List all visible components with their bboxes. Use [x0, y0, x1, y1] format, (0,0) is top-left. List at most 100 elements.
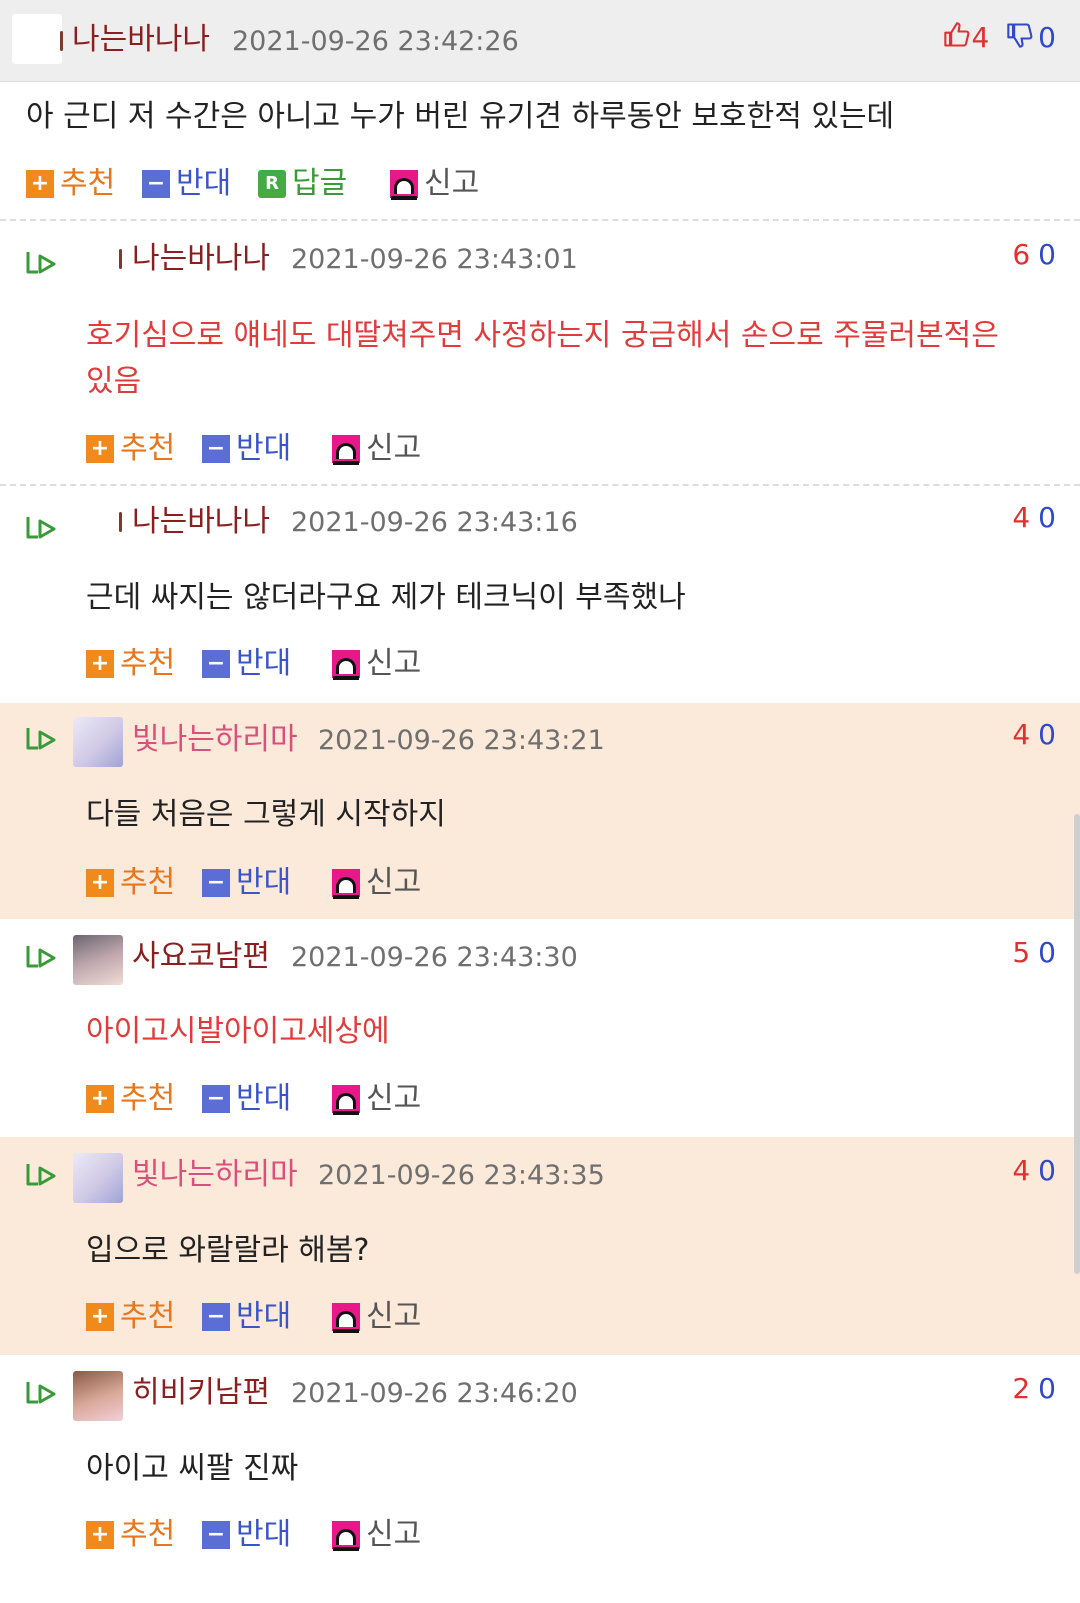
comment-author[interactable]: 빛나는하리마	[132, 1157, 298, 1193]
nickname-marker-icon	[119, 512, 122, 532]
oppose-button[interactable]: − 반대	[202, 1297, 291, 1337]
comment-score: 40	[1012, 717, 1056, 753]
avatar[interactable]	[73, 717, 123, 767]
recommend-label: 추천	[120, 646, 176, 681]
comment-actions: + 추천 − 반대 신고	[86, 1079, 506, 1119]
report-label: 신고	[366, 646, 422, 681]
upvote-count: 4	[1012, 1154, 1031, 1187]
comment-timestamp: 2021-09-26 23:43:01	[291, 244, 578, 275]
siren-icon	[332, 869, 360, 899]
report-button[interactable]: 신고	[332, 863, 421, 903]
recommend-label: 추천	[120, 1517, 176, 1552]
report-label: 신고	[366, 431, 422, 466]
comment-3: 빛나는하리마 2021-09-26 23:43:21 40 다들 처음은 그렇게…	[0, 703, 1080, 919]
comment-author[interactable]: 히비키남편	[132, 1375, 270, 1411]
comment-timestamp: 2021-09-26 23:42:26	[232, 26, 519, 57]
siren-icon	[332, 1521, 360, 1551]
comment-author[interactable]: 나는바나나	[132, 241, 270, 277]
report-label: 신고	[366, 865, 422, 900]
recommend-button[interactable]: + 추천	[86, 429, 175, 469]
report-label: 신고	[424, 166, 480, 201]
comment-0-body: 아 근디 저 수간은 아니고 누가 버린 유기견 하루동안 보호한적 있는데 +…	[0, 82, 1080, 218]
report-button[interactable]: 신고	[332, 1079, 421, 1119]
reply-r-icon: R	[258, 170, 286, 198]
oppose-label: 반대	[176, 166, 232, 201]
oppose-button[interactable]: − 반대	[202, 644, 291, 684]
comment-timestamp: 2021-09-26 23:43:16	[291, 507, 578, 538]
comment-1: 나는바나나 2021-09-26 23:43:01 60 호기심으로 얘네도 대…	[0, 221, 1080, 483]
comment-timestamp: 2021-09-26 23:46:20	[291, 1378, 578, 1409]
comment-text: 아 근디 저 수간은 아니고 누가 버린 유기견 하루동안 보호한적 있는데	[26, 99, 895, 134]
oppose-label: 반대	[236, 865, 292, 900]
recommend-button[interactable]: + 추천	[86, 644, 175, 684]
report-label: 신고	[366, 1081, 422, 1116]
scrollbar[interactable]	[1074, 814, 1080, 1274]
reply-button[interactable]: R 답글	[258, 164, 347, 204]
thumbs-up-icon[interactable]	[943, 21, 971, 58]
comment-score: 40	[1012, 1153, 1056, 1189]
thumbs-down-icon[interactable]	[1006, 21, 1034, 58]
report-button[interactable]: 신고	[332, 429, 421, 469]
plus-icon: +	[86, 1303, 114, 1331]
comment-text: 호기심으로 얘네도 대딸쳐주면 사정하는지 궁금해서 손으로 주물러본적은 있음	[86, 318, 999, 399]
oppose-button[interactable]: − 반대	[142, 164, 231, 204]
avatar[interactable]	[73, 1153, 123, 1203]
recommend-button[interactable]: + 추천	[86, 1515, 175, 1555]
upvote-count: 4	[1012, 501, 1031, 534]
comment-6: 히비키남편 2021-09-26 23:46:20 20 아이고 씨팔 진짜 +…	[0, 1355, 1080, 1603]
minus-icon: −	[202, 869, 230, 897]
recommend-button[interactable]: + 추천	[86, 863, 175, 903]
reply-arrow-icon	[26, 252, 56, 274]
comment-author[interactable]: 나는바나나	[132, 504, 270, 540]
report-button[interactable]: 신고	[332, 1297, 421, 1337]
oppose-button[interactable]: − 반대	[202, 429, 291, 469]
comment-score: 40	[1012, 500, 1056, 536]
minus-icon: −	[202, 435, 230, 463]
comment-timestamp: 2021-09-26 23:43:21	[318, 725, 605, 756]
upvote-count: 6	[1012, 238, 1031, 271]
comment-author[interactable]: 사요코남편	[132, 939, 270, 975]
comment-text: 다들 처음은 그렇게 시작하지	[86, 797, 446, 832]
nickname-marker-icon	[119, 249, 122, 269]
downvote-count: 0	[1038, 238, 1056, 271]
upvote-count: 4	[1012, 718, 1031, 751]
siren-icon	[332, 1085, 360, 1115]
oppose-label: 반대	[236, 646, 292, 681]
report-button[interactable]: 신고	[332, 1515, 421, 1555]
plus-icon: +	[86, 650, 114, 678]
reply-label: 답글	[292, 166, 348, 201]
comment-author[interactable]: 빛나는하리마	[132, 722, 298, 758]
plus-icon: +	[86, 869, 114, 897]
avatar[interactable]	[12, 14, 62, 64]
plus-icon: +	[86, 1521, 114, 1549]
comment-actions: + 추천 − 반대 신고	[86, 644, 506, 684]
avatar[interactable]	[73, 935, 123, 985]
comment-actions: + 추천 − 반대 R 답글 신고	[26, 164, 626, 204]
comment-4: 사요코남편 2021-09-26 23:43:30 50 아이고시발아이고세상에…	[0, 919, 1080, 1137]
report-button[interactable]: 신고	[332, 644, 421, 684]
comment-author[interactable]: 나는바나나	[72, 22, 210, 58]
oppose-button[interactable]: − 반대	[202, 1079, 291, 1119]
nickname-marker-icon	[60, 31, 63, 51]
oppose-label: 반대	[236, 1081, 292, 1116]
avatar[interactable]	[73, 1371, 123, 1421]
recommend-button[interactable]: + 추천	[26, 164, 115, 204]
plus-icon: +	[26, 170, 54, 198]
oppose-label: 반대	[236, 431, 292, 466]
oppose-button[interactable]: − 반대	[202, 863, 291, 903]
report-button[interactable]: 신고	[390, 164, 479, 204]
report-label: 신고	[366, 1299, 422, 1334]
downvote-count: 0	[1038, 718, 1056, 751]
comment-score: 20	[1012, 1371, 1056, 1407]
comment-text: 아이고 씨팔 진짜	[86, 1451, 299, 1486]
recommend-button[interactable]: + 추천	[86, 1297, 175, 1337]
comment-text: 근데 싸지는 않더라구요 제가 테크닉이 부족했나	[86, 580, 686, 615]
recommend-label: 추천	[120, 1299, 176, 1334]
report-label: 신고	[366, 1517, 422, 1552]
comment-score: 4 0	[943, 20, 1056, 58]
reply-arrow-icon	[26, 946, 56, 968]
recommend-button[interactable]: + 추천	[86, 1079, 175, 1119]
oppose-button[interactable]: − 반대	[202, 1515, 291, 1555]
minus-icon: −	[202, 650, 230, 678]
comment-actions: + 추천 − 반대 신고	[86, 429, 506, 469]
